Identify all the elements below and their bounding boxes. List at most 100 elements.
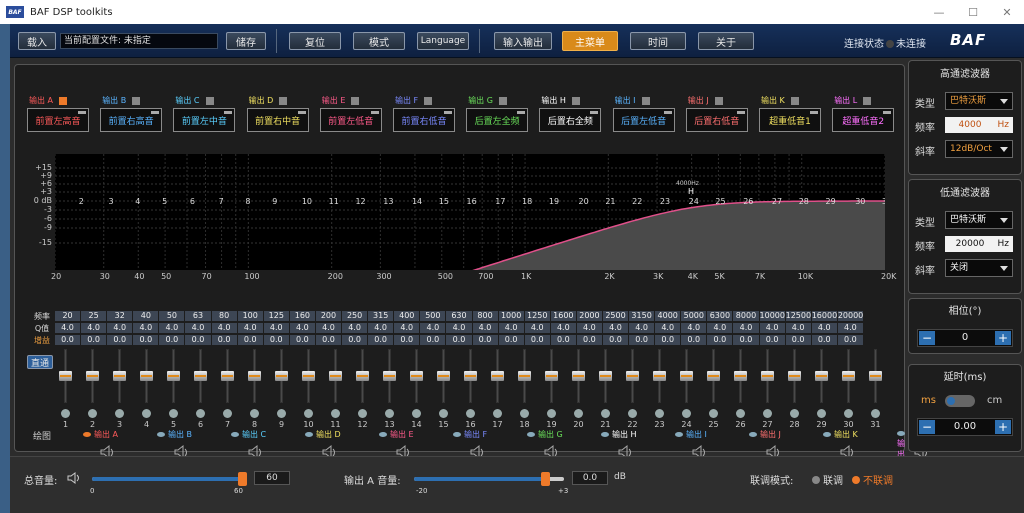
eq-cell[interactable]: 0.0 — [315, 335, 342, 345]
eq-cell[interactable]: 10000 — [759, 311, 785, 321]
output-toggle[interactable]: 输出 K — [761, 95, 799, 106]
band-number[interactable]: 20 — [579, 197, 589, 206]
output-volume-value[interactable]: 0.0 — [572, 471, 608, 485]
channel-assign-button[interactable]: 前置右高音 — [100, 108, 163, 132]
fader-reset-dot[interactable] — [304, 409, 313, 418]
fader-knob[interactable] — [599, 371, 612, 381]
eq-fader[interactable]: 30 — [842, 349, 855, 433]
eq-cell[interactable]: 4.0 — [159, 323, 185, 333]
output-checkbox[interactable] — [424, 96, 433, 105]
band-number[interactable]: 18 — [522, 197, 532, 206]
fader-reset-dot[interactable] — [466, 409, 475, 418]
eq-cell[interactable]: 0.0 — [420, 335, 446, 345]
eq-cell[interactable]: 315 — [368, 311, 394, 321]
eq-cell[interactable]: 0.0 — [55, 335, 81, 345]
plot-output-toggle[interactable]: 输出 J — [749, 429, 781, 440]
fader-reset-dot[interactable] — [169, 409, 178, 418]
eq-cell[interactable]: 4.0 — [837, 323, 863, 333]
eq-cell[interactable]: 0.0 — [472, 335, 498, 345]
phase-stepper[interactable]: − 0 + — [917, 329, 1013, 347]
channel-assign-button[interactable]: 后置右低音 — [685, 108, 748, 132]
band-number[interactable]: 2 — [79, 197, 84, 206]
eq-cell[interactable]: 20 — [55, 311, 81, 321]
eq-fader[interactable]: 14 — [410, 349, 423, 433]
delay-minus-button[interactable]: − — [919, 420, 935, 434]
fader-knob[interactable] — [437, 371, 450, 381]
link-off-radio[interactable]: 不联调 — [852, 472, 893, 487]
plot-output-toggle[interactable]: 输出 H — [601, 429, 637, 440]
eq-cell[interactable]: 4.0 — [498, 323, 524, 333]
fader-reset-dot[interactable] — [871, 409, 880, 418]
band-number[interactable]: 5 — [162, 197, 167, 206]
eq-cell[interactable]: 0.0 — [133, 335, 159, 345]
eq-cell[interactable]: 4.0 — [446, 323, 472, 333]
fader-reset-dot[interactable] — [547, 409, 556, 418]
eq-cell[interactable]: 0.0 — [159, 335, 185, 345]
eq-cell[interactable]: 4.0 — [289, 323, 315, 333]
eq-cell[interactable]: 200 — [315, 311, 342, 321]
channel-assign-button[interactable]: 后置左全频 — [466, 108, 529, 132]
fader-reset-dot[interactable] — [277, 409, 286, 418]
eq-cell[interactable]: 3150 — [629, 311, 655, 321]
eq-cell[interactable]: 630 — [446, 311, 472, 321]
output-checkbox[interactable] — [714, 96, 723, 105]
fader-reset-dot[interactable] — [628, 409, 637, 418]
eq-cell[interactable]: 400 — [394, 311, 420, 321]
output-checkbox[interactable] — [790, 96, 799, 105]
eq-cell[interactable]: 4.0 — [315, 323, 342, 333]
eq-cell[interactable]: 4.0 — [602, 323, 629, 333]
eq-cell[interactable]: 1250 — [524, 311, 550, 321]
eq-cell[interactable]: 0.0 — [629, 335, 655, 345]
eq-cell[interactable]: 4.0 — [707, 323, 733, 333]
eq-cell[interactable]: 4.0 — [420, 323, 446, 333]
eq-fader[interactable]: 26 — [734, 349, 747, 433]
load-button[interactable]: 载入 — [18, 32, 56, 50]
band-number[interactable]: 22 — [632, 197, 642, 206]
output-volume-thumb[interactable] — [540, 472, 550, 486]
output-toggle[interactable]: 输出 D — [249, 95, 288, 106]
eq-cell[interactable]: 0.0 — [681, 335, 707, 345]
eq-cell[interactable]: 50 — [159, 311, 185, 321]
save-button[interactable]: 储存 — [226, 32, 266, 50]
output-toggle[interactable]: 输出 B — [102, 95, 141, 106]
main-menu-tab[interactable]: 主菜单 — [562, 31, 618, 51]
fader-reset-dot[interactable] — [520, 409, 529, 418]
close-icon[interactable]: ✕ — [990, 0, 1024, 24]
eq-cell[interactable]: 0.0 — [524, 335, 550, 345]
band-number[interactable]: 9 — [272, 197, 277, 206]
eq-cell[interactable]: 6300 — [707, 311, 733, 321]
eq-cell[interactable]: 2000 — [576, 311, 602, 321]
lp-freq-field[interactable]: 20000 Hz — [945, 236, 1013, 252]
master-volume-slider[interactable] — [92, 472, 247, 486]
eq-cell[interactable]: 800 — [472, 311, 498, 321]
fader-reset-dot[interactable] — [412, 409, 421, 418]
eq-cell[interactable]: 4.0 — [368, 323, 394, 333]
language-button[interactable]: Language — [417, 32, 469, 50]
fader-reset-dot[interactable] — [88, 409, 97, 418]
reset-button[interactable]: 复位 — [289, 32, 341, 50]
output-toggle[interactable]: 输出 A — [29, 95, 68, 106]
time-button[interactable]: 时间 — [630, 32, 686, 50]
eq-cell[interactable]: 0.0 — [759, 335, 785, 345]
plot-output-toggle[interactable]: 输出 K — [823, 429, 858, 440]
band-number[interactable]: 23 — [660, 197, 670, 206]
plot-output-toggle[interactable]: 输出 F — [453, 429, 487, 440]
band-number[interactable]: 25 — [715, 197, 725, 206]
eq-cell[interactable]: 0.0 — [707, 335, 733, 345]
eq-cell[interactable]: 8000 — [733, 311, 759, 321]
output-checkbox[interactable] — [863, 96, 872, 105]
lp-type-select[interactable]: 巴特沃斯 — [945, 211, 1013, 229]
eq-cell[interactable]: 0.0 — [185, 335, 211, 345]
eq-cell[interactable]: 40 — [133, 311, 159, 321]
output-checkbox[interactable] — [571, 96, 580, 105]
eq-fader[interactable]: 24 — [680, 349, 693, 433]
minimize-icon[interactable]: — — [922, 0, 956, 24]
fader-knob[interactable] — [734, 371, 747, 381]
eq-cell[interactable]: 4.0 — [681, 323, 707, 333]
eq-cell[interactable]: 0.0 — [211, 335, 237, 345]
fader-reset-dot[interactable] — [655, 409, 664, 418]
eq-fader[interactable]: 20 — [572, 349, 585, 433]
band-number[interactable]: 31 — [882, 197, 892, 206]
output-volume-slider[interactable] — [414, 472, 564, 486]
eq-cell[interactable]: 4.0 — [655, 323, 681, 333]
